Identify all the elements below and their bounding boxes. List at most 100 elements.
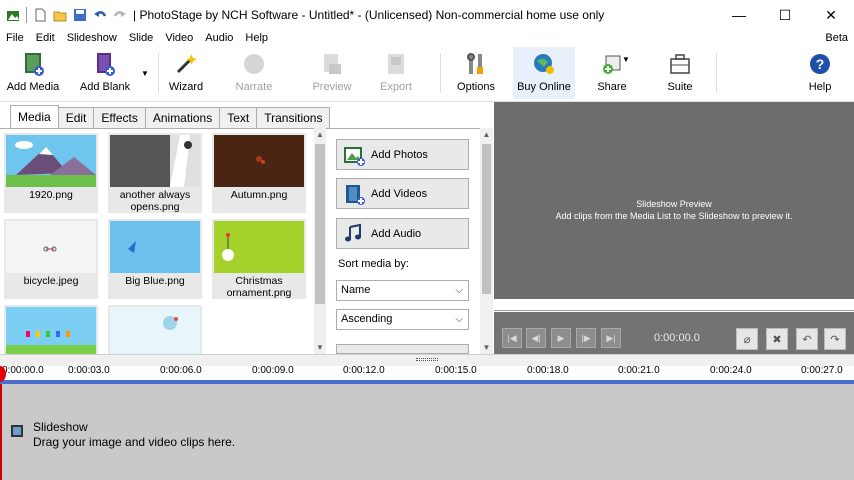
media-item[interactable]: another always opens.png — [108, 133, 202, 213]
menu-slide[interactable]: Slide — [123, 31, 159, 45]
media-thumbnail — [214, 221, 304, 273]
step-forward-icon[interactable]: |▶ — [576, 328, 596, 348]
sort-by-select[interactable]: Name ⌵ — [336, 280, 469, 301]
media-thumbnail — [110, 135, 200, 187]
snapshot-icon[interactable]: ⌀ — [736, 328, 758, 350]
undo-icon[interactable] — [93, 8, 107, 22]
tab-effects[interactable]: Effects — [93, 107, 146, 128]
add-media-icon — [19, 51, 47, 77]
suite-briefcase-icon — [666, 51, 694, 77]
export-icon — [382, 51, 410, 77]
delete-icon[interactable]: ✖ — [766, 328, 788, 350]
narrate-label: Narrate — [235, 81, 273, 93]
options-label: Options — [457, 81, 495, 93]
add-media-button[interactable]: Add Media — [6, 47, 60, 99]
quick-access-toolbar — [0, 0, 127, 30]
add-media-label: Add Media — [6, 81, 60, 93]
media-grid-scrollbar[interactable]: ▲ ▼ — [314, 128, 326, 354]
add-photos-button[interactable]: Add Photos — [336, 139, 469, 170]
chevron-down-icon: ⌵ — [455, 285, 463, 296]
media-item[interactable]: bicycle.jpeg — [4, 219, 98, 299]
music-note-icon — [343, 223, 365, 245]
add-blank-dropdown-icon[interactable]: ▼ — [141, 69, 149, 78]
open-folder-icon[interactable] — [53, 8, 67, 22]
rotate-right-icon[interactable]: ↷ — [824, 328, 846, 350]
scroll-down-icon[interactable]: ▼ — [480, 343, 493, 352]
media-item[interactable] — [4, 305, 98, 355]
rotate-left-icon[interactable]: ↶ — [796, 328, 818, 350]
export-label: Export — [380, 81, 412, 93]
scroll-up-icon[interactable]: ▲ — [314, 130, 326, 139]
preview-hint: Add clips from the Media List to the Sli… — [555, 211, 793, 221]
add-videos-button[interactable]: Add Videos — [336, 178, 469, 209]
help-button[interactable]: ? Help — [800, 47, 840, 99]
media-item-label: bicycle.jpeg — [23, 275, 79, 287]
actions-scrollbar[interactable]: ▲ ▼ — [480, 128, 493, 354]
sort-order-select[interactable]: Ascending ⌵ — [336, 309, 469, 330]
export-button[interactable]: Export — [374, 47, 418, 99]
menu-edit[interactable]: Edit — [30, 31, 61, 45]
menu-audio[interactable]: Audio — [199, 31, 239, 45]
timeline-tick: 0:00:18.0 — [527, 365, 569, 376]
more-actions-button[interactable] — [336, 344, 469, 354]
wizard-button[interactable]: Wizard — [164, 47, 208, 99]
add-videos-label: Add Videos — [371, 187, 428, 200]
media-item[interactable]: Big Blue.png — [108, 219, 202, 299]
menu-slideshow[interactable]: Slideshow — [61, 31, 123, 45]
splitter-grip-icon[interactable] — [416, 358, 438, 361]
preview-seek-bar[interactable] — [494, 299, 854, 311]
media-item[interactable]: Autumn.png — [212, 133, 306, 213]
tab-text[interactable]: Text — [219, 107, 258, 128]
play-icon[interactable]: ▶ — [551, 328, 571, 348]
preview-button[interactable]: Preview — [308, 47, 356, 99]
skip-start-icon[interactable]: |◀ — [502, 328, 522, 348]
menu-file[interactable]: File — [0, 31, 30, 45]
timeline-tick: 0:00:12.0 — [343, 365, 385, 376]
minimize-button[interactable]: — — [716, 0, 762, 30]
media-thumbnail — [110, 307, 200, 355]
tab-transitions[interactable]: Transitions — [256, 107, 331, 128]
scroll-down-icon[interactable]: ▼ — [314, 343, 326, 352]
sort-by-value: Name — [341, 284, 371, 296]
options-button[interactable]: Options — [452, 47, 500, 99]
add-photos-icon — [343, 144, 365, 166]
suite-button[interactable]: Suite — [662, 47, 698, 99]
tab-animations[interactable]: Animations — [144, 107, 221, 128]
media-item-label: Autumn.png — [230, 189, 288, 201]
buy-online-icon — [530, 51, 558, 77]
options-tools-icon — [462, 51, 490, 77]
media-item[interactable]: 1920.png — [4, 133, 98, 213]
share-label: Share — [597, 81, 627, 93]
maximize-button[interactable]: ☐ — [762, 0, 808, 30]
step-back-icon[interactable]: ◀| — [526, 328, 546, 348]
track-title: Slideshow — [33, 420, 88, 434]
narrate-button[interactable]: Narrate — [230, 47, 278, 99]
add-audio-button[interactable]: Add Audio — [336, 218, 469, 249]
slideshow-track[interactable]: Slideshow Drag your image and video clip… — [0, 384, 854, 480]
new-file-icon[interactable] — [33, 8, 47, 22]
scroll-up-icon[interactable]: ▲ — [480, 130, 493, 139]
media-item[interactable]: Christmas ornament.png — [212, 219, 306, 299]
skip-end-icon[interactable]: ▶| — [601, 328, 621, 348]
chevron-down-icon: ⌵ — [455, 314, 463, 325]
share-dropdown-icon[interactable]: ▼ — [622, 55, 630, 64]
close-button[interactable]: ✕ — [808, 0, 854, 30]
menu-video[interactable]: Video — [159, 31, 199, 45]
media-thumbnail — [6, 307, 96, 355]
media-item[interactable] — [108, 305, 202, 355]
preview-label: Preview — [312, 81, 352, 93]
wizard-label: Wizard — [168, 81, 204, 93]
tab-media[interactable]: Media — [10, 105, 59, 128]
redo-icon[interactable] — [113, 8, 127, 22]
preview-controls: |◀ ◀| ▶ |▶ ▶| 0:00:00.0 ⌀ ✖ ↶ ↷ — [494, 312, 854, 354]
svg-text:?: ? — [816, 56, 825, 72]
scrollbar-thumb[interactable] — [482, 144, 491, 294]
save-icon[interactable] — [73, 8, 87, 22]
help-question-icon: ? — [806, 51, 834, 77]
preview-title: Slideshow Preview — [636, 199, 712, 209]
menu-help[interactable]: Help — [239, 31, 274, 45]
buy-online-button[interactable]: Buy Online — [513, 47, 575, 99]
add-blank-button[interactable]: Add Blank — [76, 47, 134, 99]
scrollbar-thumb[interactable] — [315, 144, 325, 304]
tab-edit[interactable]: Edit — [57, 107, 95, 128]
